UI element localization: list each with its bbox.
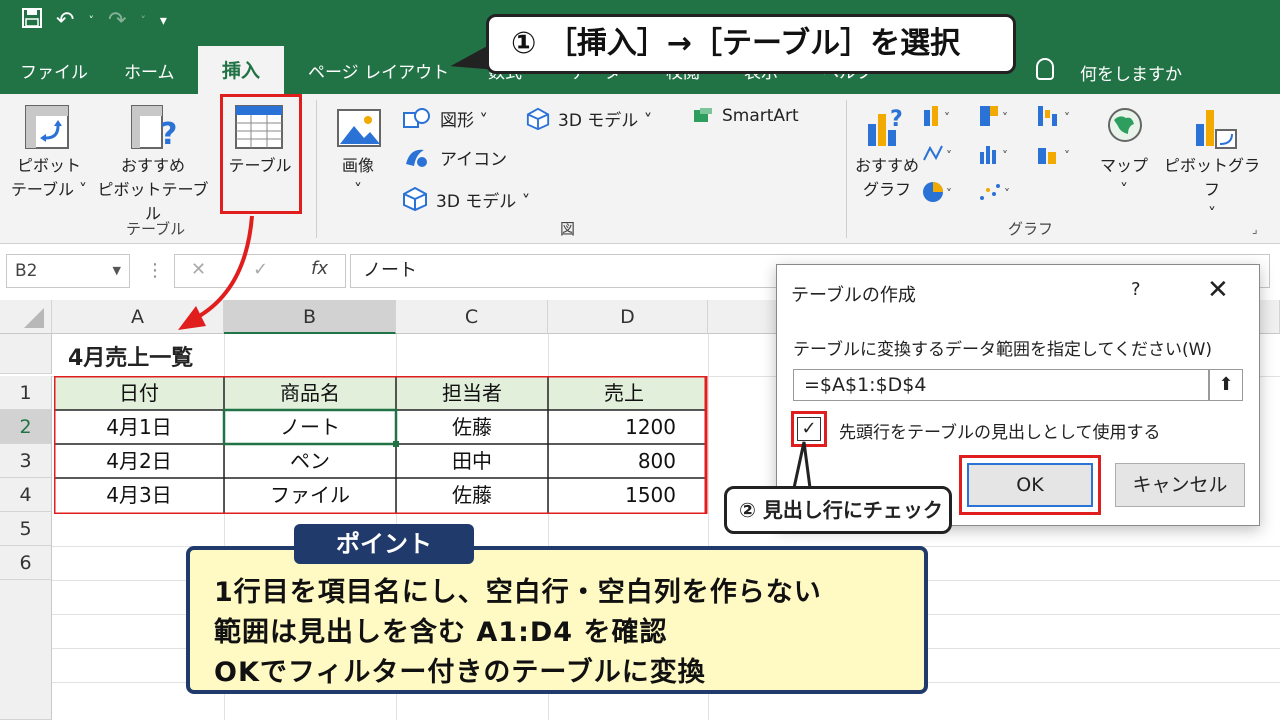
cancel-button[interactable]: キャンセル bbox=[1115, 463, 1245, 507]
dialog-title: テーブルの作成 bbox=[791, 285, 916, 306]
range-input[interactable]: =$A$1:$D$4 bbox=[793, 369, 1209, 401]
close-icon[interactable]: ✕ bbox=[1207, 275, 1229, 305]
point-tag: ポイント bbox=[294, 524, 474, 564]
excel-window: ↶ ˅ ↷ ˅ ▾ ファイル ホーム 挿入 ページ レイアウト 数式 データ 校… bbox=[0, 0, 1280, 720]
point-line-1: 1行目を項目名にし、空白行・空白列を作らない bbox=[214, 577, 822, 608]
callout-step-2: ② 見出し行にチェック bbox=[724, 486, 952, 534]
callout-pointer bbox=[792, 441, 812, 490]
highlight-ok-button bbox=[959, 455, 1101, 515]
header-row-checkbox-label[interactable]: 先頭行をテーブルの見出しとして使用する bbox=[839, 418, 1160, 443]
collapse-range-icon[interactable]: ⬆ bbox=[1209, 369, 1243, 401]
help-icon[interactable]: ? bbox=[1131, 279, 1141, 300]
point-line-2: 範囲は見出しを含む A1:D4 を確認 bbox=[214, 617, 668, 648]
point-box: 1行目を項目名にし、空白行・空白列を作らない 範囲は見出しを含む A1:D4 を… bbox=[186, 546, 928, 694]
point-line-3: OKでフィルター付きのテーブルに変換 bbox=[214, 657, 706, 688]
dialog-prompt: テーブルに変換するデータ範囲を指定してください(W) bbox=[793, 340, 1213, 360]
